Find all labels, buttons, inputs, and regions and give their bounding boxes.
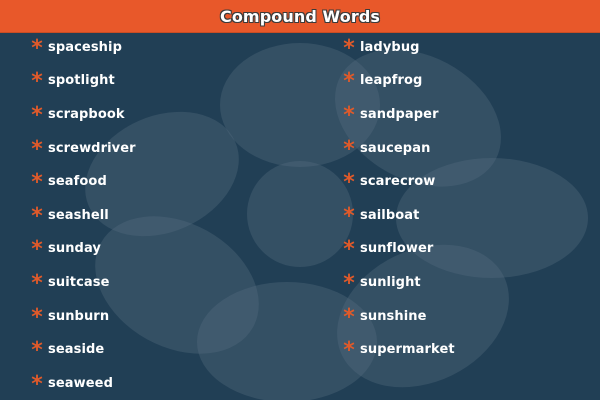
- asterisk-icon: *: [31, 271, 43, 296]
- compound-words-panel: Compound Words * spaceship * spotlight *…: [0, 0, 600, 400]
- asterisk-icon: *: [31, 137, 43, 162]
- asterisk-icon: *: [31, 204, 43, 229]
- asterisk-icon: *: [343, 103, 355, 128]
- asterisk-icon: *: [343, 137, 355, 162]
- word-list: * spaceship * spotlight * scrapbook * sc…: [0, 0, 600, 400]
- word-label: sunburn: [48, 308, 110, 324]
- asterisk-icon: *: [343, 204, 355, 229]
- word-label: saucepan: [360, 140, 431, 156]
- word-item-spotlight: * spotlight: [28, 68, 115, 94]
- word-item-scarecrow: * scarecrow: [340, 169, 436, 195]
- word-item-suitcase: * suitcase: [28, 270, 110, 296]
- asterisk-icon: *: [343, 271, 355, 296]
- word-item-saucepan: * saucepan: [340, 136, 431, 162]
- word-label: seaweed: [48, 375, 113, 391]
- word-item-sandpaper: * sandpaper: [340, 102, 439, 128]
- word-item-leapfrog: * leapfrog: [340, 68, 423, 94]
- asterisk-icon: *: [343, 36, 355, 61]
- word-item-seaside: * seaside: [28, 337, 105, 363]
- word-label: scarecrow: [360, 173, 436, 189]
- asterisk-icon: *: [31, 36, 43, 61]
- word-item-sunlight: * sunlight: [340, 270, 421, 296]
- word-item-sunburn: * sunburn: [28, 304, 110, 330]
- asterisk-icon: *: [343, 305, 355, 330]
- asterisk-icon: *: [31, 305, 43, 330]
- word-label: sunlight: [360, 274, 421, 290]
- word-item-seaweed: * seaweed: [28, 371, 113, 397]
- word-label: sandpaper: [360, 106, 439, 122]
- word-item-scrapbook: * scrapbook: [28, 102, 125, 128]
- word-item-seafood: * seafood: [28, 169, 107, 195]
- asterisk-icon: *: [31, 237, 43, 262]
- word-label: spaceship: [48, 39, 122, 55]
- asterisk-icon: *: [31, 338, 43, 363]
- asterisk-icon: *: [31, 372, 43, 397]
- asterisk-icon: *: [31, 69, 43, 94]
- word-label: spotlight: [48, 72, 115, 88]
- word-item-sunshine: * sunshine: [340, 304, 427, 330]
- word-label: seafood: [48, 173, 107, 189]
- asterisk-icon: *: [343, 338, 355, 363]
- word-label: suitcase: [48, 274, 110, 290]
- word-label: sunshine: [360, 308, 427, 324]
- word-label: ladybug: [360, 39, 420, 55]
- asterisk-icon: *: [31, 170, 43, 195]
- word-item-spaceship: * spaceship: [28, 35, 122, 61]
- word-label: seaside: [48, 341, 105, 357]
- word-label: supermarket: [360, 341, 455, 357]
- word-label: sunflower: [360, 240, 434, 256]
- word-label: leapfrog: [360, 72, 423, 88]
- asterisk-icon: *: [343, 237, 355, 262]
- asterisk-icon: *: [343, 69, 355, 94]
- word-label: sunday: [48, 240, 101, 256]
- word-item-sailboat: * sailboat: [340, 203, 420, 229]
- asterisk-icon: *: [343, 170, 355, 195]
- word-item-ladybug: * ladybug: [340, 35, 420, 61]
- asterisk-icon: *: [31, 103, 43, 128]
- word-item-sunflower: * sunflower: [340, 236, 434, 262]
- word-item-supermarket: * supermarket: [340, 337, 455, 363]
- word-label: seashell: [48, 207, 109, 223]
- word-item-seashell: * seashell: [28, 203, 109, 229]
- word-label: scrapbook: [48, 106, 125, 122]
- word-item-sunday: * sunday: [28, 236, 101, 262]
- word-label: sailboat: [360, 207, 420, 223]
- word-label: screwdriver: [48, 140, 136, 156]
- word-item-screwdriver: * screwdriver: [28, 136, 136, 162]
